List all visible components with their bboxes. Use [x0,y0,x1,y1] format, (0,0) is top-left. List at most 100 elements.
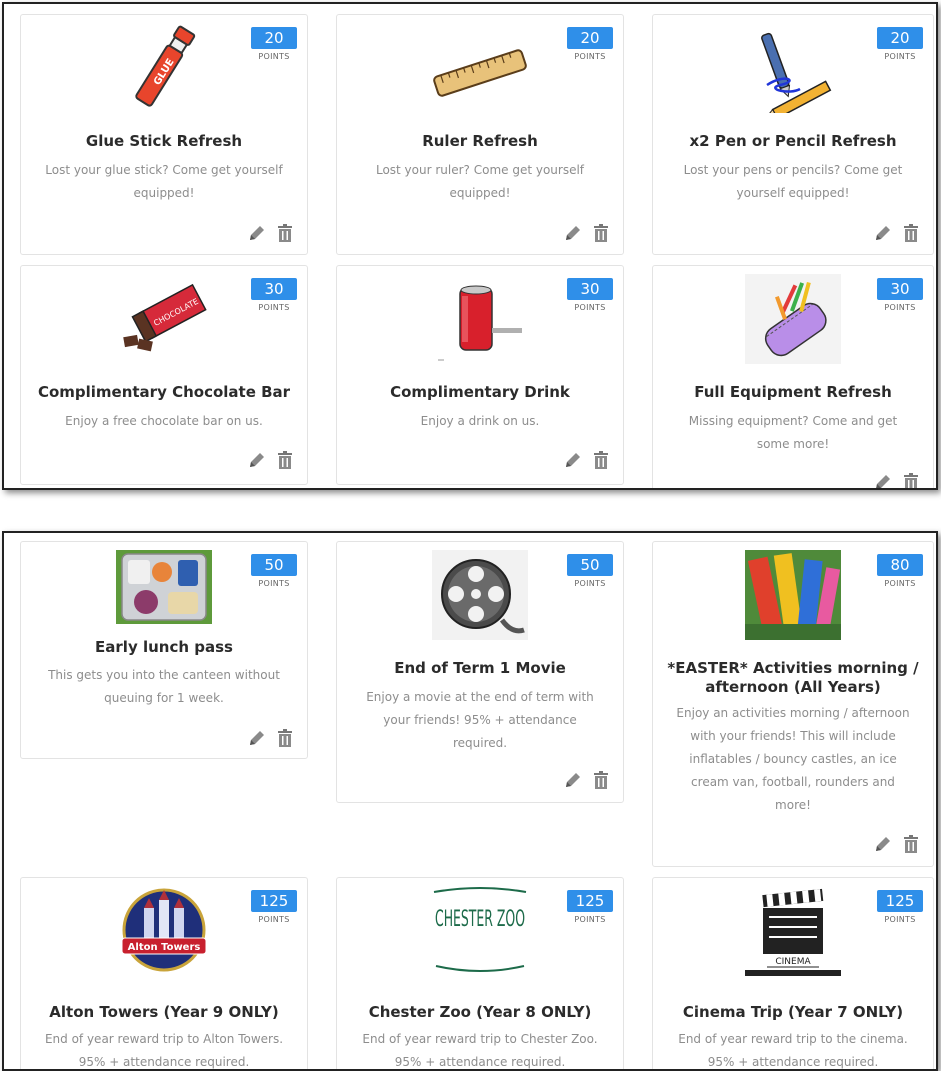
points-label: POINTS [574,52,606,61]
rewards-panel-2: 50 POINTS Early lunch pass This gets you… [2,531,938,1071]
reward-description: End of year reward trip to Alton Towers.… [44,1032,284,1069]
reward-title: Alton Towers (Year 9 ONLY) [49,1003,279,1021]
points-badge: 20 POINTS [251,27,297,61]
delete-trash-icon[interactable] [901,472,921,488]
card-actions [563,770,611,792]
points-badge: 30 POINTS [251,278,297,312]
reward-description: This gets you into the canteen without q… [48,668,280,705]
points-label: POINTS [574,303,606,312]
reward-title: End of Term 1 Movie [394,659,566,677]
reward-description: Enjoy a free chocolate bar on us. [65,414,263,428]
reward-card-chocolate-bar: 30 POINTS CHOCOLATE Complimentary Chocol… [20,265,308,485]
points-value: 30 [877,278,923,300]
edit-pencil-icon[interactable] [563,223,583,243]
card-actions [873,223,921,245]
points-badge: 125 POINTS [877,890,923,924]
edit-pencil-icon[interactable] [247,728,267,748]
points-badge: 20 POINTS [877,27,923,61]
points-value: 20 [567,27,613,49]
edit-pencil-icon[interactable] [247,450,267,470]
alton-towers-label: Alton Towers [128,942,201,953]
ruler-image [432,23,528,113]
reward-title: *EASTER* Activities morning / afternoon … [667,659,919,696]
points-label: POINTS [884,579,916,588]
reward-description: Missing equipment? Come and get some mor… [688,414,898,451]
reward-card-pen-pencil: 20 POINTS x2 Pen or Pencil Refresh Lost … [652,14,934,255]
edit-pencil-icon[interactable] [873,223,893,243]
points-value: 30 [567,278,613,300]
delete-trash-icon[interactable] [275,450,295,470]
reward-card-chester-zoo: 125 POINTS CHESTER ZOO Chester Zoo (Year… [336,877,624,1069]
points-value: 125 [567,890,613,912]
lunch-tray-image [116,550,212,624]
points-value: 20 [877,27,923,49]
edit-pencil-icon[interactable] [563,450,583,470]
drink-can-image [432,274,528,364]
delete-trash-icon[interactable] [901,223,921,243]
reward-card-alton-towers: 125 POINTS Alton Towers Alton Towers (Ye… [20,877,308,1069]
reward-title: Full Equipment Refresh [694,383,892,401]
reward-description: Enjoy a drink on us. [420,414,540,428]
points-value: 20 [251,27,297,49]
reward-description: Lost your pens or pencils? Come get your… [683,163,903,200]
card-actions [873,472,921,488]
delete-trash-icon[interactable] [275,728,295,748]
reward-title: x2 Pen or Pencil Refresh [689,132,897,150]
edit-pencil-icon[interactable] [873,472,893,488]
chocolate-bar-image: CHOCOLATE [116,274,212,364]
points-badge: 125 POINTS [567,890,613,924]
card-actions [247,223,295,245]
reward-title: Glue Stick Refresh [85,132,243,150]
reward-card-easter-activities: 80 POINTS *EASTER* Activities morning / … [652,541,934,867]
reward-title: Chester Zoo (Year 8 ONLY) [368,1003,592,1021]
delete-trash-icon[interactable] [591,770,611,790]
card-actions [563,223,611,245]
chester-zoo-logo: CHESTER ZOO [432,886,528,976]
pencil-case-image [745,274,841,364]
reward-description: End of year reward trip to the cinema. 9… [678,1032,908,1069]
points-badge: 125 POINTS [251,890,297,924]
points-label: POINTS [258,303,290,312]
reward-title: Cinema Trip (Year 7 ONLY) [682,1003,904,1021]
inflatables-image [745,550,841,640]
edit-pencil-icon[interactable] [563,770,583,790]
points-badge: 20 POINTS [567,27,613,61]
reward-card-full-equipment: 30 POINTS Full Equipment Refresh Missing… [652,265,934,488]
points-value: 125 [877,890,923,912]
points-badge: 50 POINTS [251,554,297,588]
points-label: POINTS [884,52,916,61]
points-badge: 80 POINTS [877,554,923,588]
points-badge: 50 POINTS [567,554,613,588]
reward-description: Enjoy a movie at the end of term with yo… [366,690,594,750]
points-value: 50 [567,554,613,576]
points-label: POINTS [574,915,606,924]
reward-card-early-lunch: 50 POINTS Early lunch pass This gets you… [20,541,308,759]
points-label: POINTS [884,915,916,924]
points-value: 80 [877,554,923,576]
glue-stick-image: GLUE [116,23,212,113]
points-label: POINTS [258,915,290,924]
reward-description: Enjoy an activities morning / afternoon … [676,706,910,812]
edit-pencil-icon[interactable] [873,834,893,854]
reward-title: Complimentary Chocolate Bar [37,383,291,401]
points-label: POINTS [258,52,290,61]
reward-title: Complimentary Drink [390,383,570,401]
film-reel-image [432,550,528,640]
delete-trash-icon[interactable] [591,450,611,470]
delete-trash-icon[interactable] [275,223,295,243]
reward-card-cinema-trip: 125 POINTS CINEMA Cinema Trip (Year 7 ON… [652,877,934,1069]
points-value: 125 [251,890,297,912]
cinema-label: CINEMA [775,957,811,967]
edit-pencil-icon[interactable] [247,223,267,243]
points-value: 50 [251,554,297,576]
reward-card-glue-stick: 20 POINTS GLUE Glue Stick Refresh Lost y… [20,14,308,255]
reward-description: Lost your glue stick? Come get yourself … [45,163,283,200]
card-actions [873,834,921,856]
alton-towers-logo: Alton Towers [116,886,212,976]
reward-card-ruler: 20 POINTS Ruler Refresh Lost your ruler?… [336,14,624,255]
delete-trash-icon[interactable] [591,223,611,243]
points-label: POINTS [574,579,606,588]
delete-trash-icon[interactable] [901,834,921,854]
points-value: 30 [251,278,297,300]
reward-card-movie: 50 POINTS End of Term 1 Movie Enjoy a mo… [336,541,624,803]
